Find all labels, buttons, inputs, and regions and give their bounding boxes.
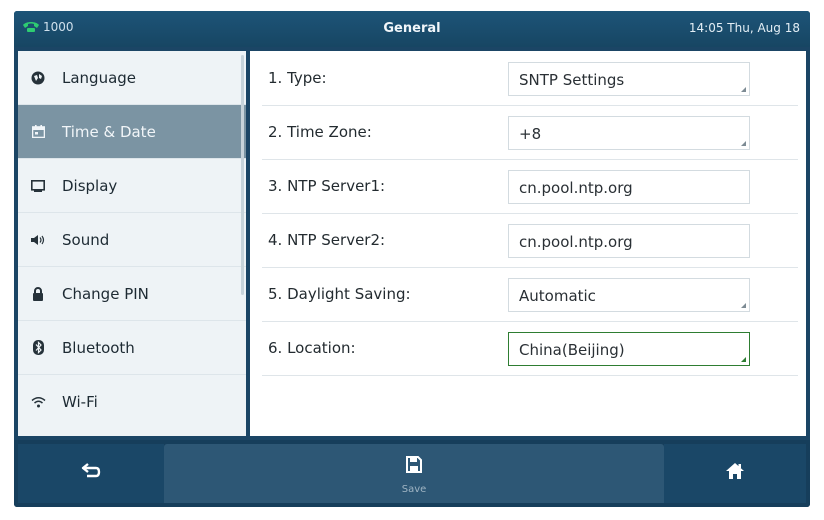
- ntp-server1-input[interactable]: cn.pool.ntp.org: [508, 170, 750, 204]
- type-select[interactable]: SNTP Settings: [508, 62, 750, 96]
- setting-value: China(Beijing): [519, 341, 625, 359]
- setting-value: SNTP Settings: [519, 71, 625, 89]
- home-button[interactable]: [664, 444, 806, 503]
- phone-screen: 1000 General 14:05 Thu, Aug 18 Language …: [14, 11, 810, 507]
- setting-row-type: 1. Type: SNTP Settings: [262, 51, 798, 106]
- sidebar-item-display[interactable]: Display: [18, 159, 246, 213]
- speaker-icon: [30, 232, 46, 248]
- setting-row-ntp-server2: 4. NTP Server2: cn.pool.ntp.org: [262, 213, 798, 268]
- settings-sidebar: Language Time & Date Display Sound Chang…: [18, 51, 246, 436]
- setting-label: 1. Type:: [268, 69, 327, 87]
- softkey-bar: Save: [14, 440, 810, 507]
- status-bar: 1000 General 14:05 Thu, Aug 18: [14, 11, 810, 47]
- display-icon: [30, 178, 46, 194]
- setting-label: 2. Time Zone:: [268, 123, 372, 141]
- setting-row-time-zone: 2. Time Zone: +8: [262, 105, 798, 160]
- sidebar-item-label: Display: [62, 176, 118, 195]
- home-icon: [726, 463, 744, 479]
- daylight-saving-select[interactable]: Automatic: [508, 278, 750, 312]
- setting-row-ntp-server1: 3. NTP Server1: cn.pool.ntp.org: [262, 159, 798, 214]
- settings-panel: 1. Type: SNTP Settings 2. Time Zone: +8 …: [250, 51, 806, 436]
- calendar-icon: [30, 124, 46, 140]
- sidebar-item-label: Bluetooth: [62, 338, 135, 357]
- dropdown-corner-icon: [741, 357, 746, 362]
- sidebar-item-time-date[interactable]: Time & Date: [18, 105, 246, 159]
- sidebar-item-bluetooth[interactable]: Bluetooth: [18, 321, 246, 375]
- setting-value: cn.pool.ntp.org: [519, 233, 633, 251]
- sidebar-item-wifi[interactable]: Wi-Fi: [18, 375, 246, 429]
- sidebar-item-label: Language: [62, 68, 137, 87]
- setting-row-location: 6. Location: China(Beijing): [262, 321, 798, 376]
- setting-row-daylight-saving: 5. Daylight Saving: Automatic: [262, 267, 798, 322]
- setting-label: 6. Location:: [268, 339, 356, 357]
- sidebar-item-change-pin[interactable]: Change PIN: [18, 267, 246, 321]
- setting-label: 5. Daylight Saving:: [268, 285, 411, 303]
- dropdown-corner-icon: [741, 87, 746, 92]
- setting-label: 3. NTP Server1:: [268, 177, 386, 195]
- lock-icon: [30, 286, 46, 302]
- dropdown-corner-icon: [741, 303, 746, 308]
- globe-icon: [30, 70, 46, 86]
- ntp-server2-input[interactable]: cn.pool.ntp.org: [508, 224, 750, 258]
- location-select[interactable]: China(Beijing): [508, 332, 750, 366]
- bluetooth-icon: [30, 340, 46, 356]
- setting-value: +8: [519, 125, 542, 143]
- save-button[interactable]: Save: [164, 444, 664, 503]
- sidebar-scrollbar[interactable]: [241, 55, 244, 295]
- sidebar-item-sound[interactable]: Sound: [18, 213, 246, 267]
- save-label: Save: [401, 484, 427, 495]
- back-button[interactable]: [18, 444, 164, 503]
- sidebar-item-label: Time & Date: [62, 122, 156, 141]
- setting-value: cn.pool.ntp.org: [519, 179, 633, 197]
- sidebar-item-language[interactable]: Language: [18, 51, 246, 105]
- sidebar-item-label: Sound: [62, 230, 110, 249]
- time-zone-select[interactable]: +8: [508, 116, 750, 150]
- sidebar-item-label: Wi-Fi: [62, 393, 98, 411]
- setting-value: Automatic: [519, 287, 596, 305]
- back-arrow-icon: [81, 463, 101, 478]
- clock-date: 14:05 Thu, Aug 18: [688, 21, 800, 35]
- setting-label: 4. NTP Server2:: [268, 231, 386, 249]
- dropdown-corner-icon: [741, 141, 746, 146]
- sidebar-item-label: Change PIN: [62, 284, 149, 303]
- floppy-disk-icon: [406, 456, 422, 473]
- wifi-icon: [30, 394, 46, 410]
